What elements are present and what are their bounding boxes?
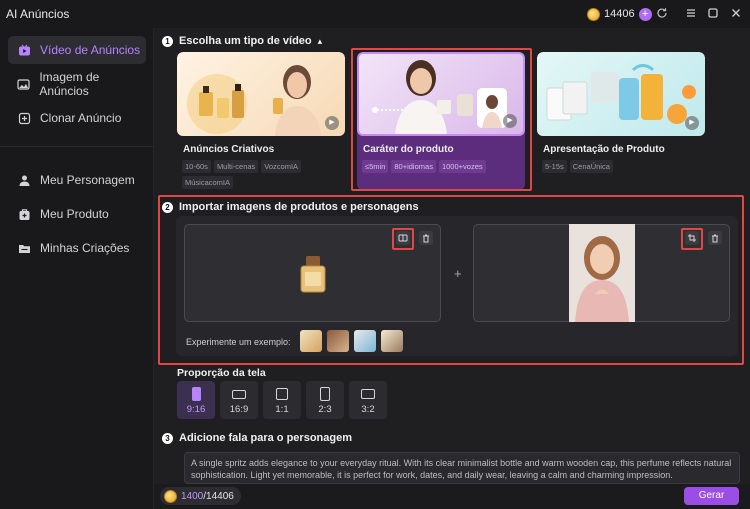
example-thumbnail[interactable] xyxy=(381,330,403,352)
maximize-icon[interactable] xyxy=(706,7,720,21)
person-icon xyxy=(17,173,31,187)
card-title: Apresentação de Produto xyxy=(543,144,665,155)
sidebar-item-label: Minhas Criações xyxy=(40,241,130,255)
sidebar-item-label: Vídeo de Anúncios xyxy=(40,43,141,57)
ratio-shape-icon xyxy=(276,388,288,400)
ratio-shape-icon xyxy=(191,387,201,401)
sidebar-item-label: Meu Produto xyxy=(40,207,109,221)
ratio-option-16-9[interactable]: 16:9 xyxy=(220,381,258,419)
example-thumbnail[interactable] xyxy=(354,330,376,352)
step3-title: Adicione fala para o personagem xyxy=(179,432,352,444)
highlight-crop-icon xyxy=(681,228,703,250)
folder-icon xyxy=(17,241,31,255)
play-icon[interactable]: ▶ xyxy=(685,116,699,130)
coin-icon xyxy=(587,7,600,21)
step1-header[interactable]: 1 Escolha um tipo de vídeo ▴ xyxy=(162,35,322,47)
card-tag: 5-15s xyxy=(542,160,567,173)
sidebar-item-label: Meu Personagem xyxy=(40,173,135,187)
delete-icon[interactable] xyxy=(708,231,722,245)
bottom-bar: 1400/14406 Gerar xyxy=(154,484,750,509)
credits-used: 1400 xyxy=(181,490,204,502)
card-tag: VozcomIA xyxy=(261,160,302,173)
ratio-label: 2:3 xyxy=(318,404,332,415)
perfume-bottle-image xyxy=(300,256,326,293)
sidebar-item-my-creations[interactable]: Minhas Criações xyxy=(8,234,146,262)
card-tag: 10-60s xyxy=(182,160,211,173)
ratio-option-2-3[interactable]: 2:3 xyxy=(306,381,344,419)
card-tag: Multi-cenas xyxy=(213,160,259,173)
step-number: 3 xyxy=(162,432,173,444)
sidebar: Vídeo de Anúncios Imagem de Anúncios Clo… xyxy=(0,28,154,509)
ratio-shape-icon xyxy=(232,390,246,399)
refresh-icon[interactable] xyxy=(655,7,669,21)
close-icon[interactable] xyxy=(729,7,743,21)
highlight-replace-icon xyxy=(392,228,414,250)
import-panel: + Experimente um exemplo: xyxy=(176,216,738,356)
product-presentation-illustration xyxy=(546,64,696,124)
card-thumbnail: ▶ xyxy=(537,52,705,136)
card-title: Anúncios Criativos xyxy=(183,144,275,155)
coin-balance: 14406 + xyxy=(587,6,652,22)
ratio-option-3-2[interactable]: 3:2 xyxy=(349,381,387,419)
ratio-shape-icon xyxy=(361,389,375,399)
sidebar-divider xyxy=(0,146,153,147)
ratio-label: 1:1 xyxy=(275,404,289,415)
step1-title: Escolha um tipo de vídeo xyxy=(179,35,312,47)
video-type-card-creative[interactable]: ▶ Anúncios Criativos 10-60s Multi-cenas … xyxy=(177,52,345,189)
sidebar-item-my-product[interactable]: Meu Produto xyxy=(8,200,146,228)
product-icon xyxy=(17,207,31,221)
highlight-selected-card xyxy=(351,48,532,191)
play-icon[interactable]: ▶ xyxy=(325,116,339,130)
image-icon xyxy=(17,77,30,91)
ratio-option-1-1[interactable]: 1:1 xyxy=(263,381,301,419)
sidebar-item-video-ads[interactable]: Vídeo de Anúncios xyxy=(8,36,146,64)
card-tags: 5-15s CenaÚnica xyxy=(537,160,705,173)
card-tags: 10-60s Multi-cenas VozcomIA MúsicacomIA xyxy=(177,160,345,189)
sidebar-item-label: Clonar Anúncio xyxy=(40,111,122,125)
video-type-card-product-presentation[interactable]: ▶ Apresentação de Produto 5-15s CenaÚnic… xyxy=(537,52,705,173)
ratio-title: Proporção da tela xyxy=(177,367,266,379)
sidebar-item-clone-ad[interactable]: Clonar Anúncio xyxy=(8,104,146,132)
step2-header: 2 Importar imagens de produtos e persona… xyxy=(162,201,419,213)
product-upload-box[interactable] xyxy=(184,224,441,322)
speech-text-input[interactable]: A single spritz adds elegance to your ev… xyxy=(184,452,740,484)
ratio-label: 3:2 xyxy=(361,404,375,415)
character-photo xyxy=(569,224,635,322)
perfume-model-illustration xyxy=(187,65,321,136)
card-tag: CenaÚnica xyxy=(569,160,613,173)
examples-label: Experimente um exemplo: xyxy=(186,337,291,347)
sidebar-item-my-character[interactable]: Meu Personagem xyxy=(8,166,146,194)
step-number: 2 xyxy=(162,201,173,213)
step2-title: Importar imagens de produtos e personage… xyxy=(179,201,419,213)
main-panel: 1 Escolha um tipo de vídeo ▴ ▶ Anúncios … xyxy=(154,28,750,509)
ratio-label: 16:9 xyxy=(229,404,249,415)
sidebar-item-image-ads[interactable]: Imagem de Anúncios xyxy=(8,70,146,98)
example-thumbnail[interactable] xyxy=(300,330,322,352)
character-upload-box[interactable] xyxy=(473,224,730,322)
ratio-label: 9:16 xyxy=(186,404,206,415)
app-title: AI Anúncios xyxy=(6,7,70,21)
step-number: 1 xyxy=(162,35,173,47)
clone-icon xyxy=(17,111,31,125)
coin-count: 14406 xyxy=(604,8,635,20)
generate-button[interactable]: Gerar xyxy=(684,487,739,505)
step3-header: 3 Adicione fala para o personagem xyxy=(162,432,352,444)
title-bar: AI Anúncios 14406 + xyxy=(0,0,750,28)
delete-icon[interactable] xyxy=(419,231,433,245)
collapse-caret-icon: ▴ xyxy=(317,35,323,46)
ratio-option-9-16[interactable]: 9:16 xyxy=(177,381,215,419)
credits-indicator: 1400/14406 xyxy=(160,487,241,505)
example-thumbnail[interactable] xyxy=(327,330,349,352)
card-tag: MúsicacomIA xyxy=(182,176,234,189)
video-icon xyxy=(17,43,31,57)
coin-icon xyxy=(164,489,177,503)
ratio-shape-icon xyxy=(320,387,330,401)
plus-sign: + xyxy=(454,266,462,281)
add-coins-button[interactable]: + xyxy=(638,7,652,21)
menu-icon[interactable] xyxy=(684,7,698,21)
credits-total: /14406 xyxy=(203,490,234,502)
card-thumbnail: ▶ xyxy=(177,52,345,136)
sidebar-item-label: Imagem de Anúncios xyxy=(39,70,100,98)
